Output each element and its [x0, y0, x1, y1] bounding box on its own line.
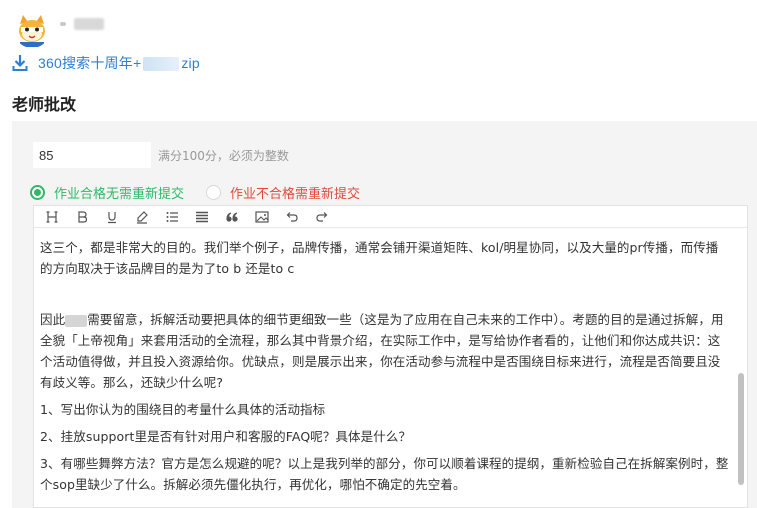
- user-avatar[interactable]: [14, 12, 50, 48]
- redacted-name: [65, 314, 88, 327]
- comment-paragraph: 3、有哪些舞弊方法？官方是怎么规避的呢？以上是我列举的部分，你可以顺着课程的提纲…: [40, 456, 729, 492]
- bullet-list-icon[interactable]: [164, 209, 180, 225]
- section-title: 老师批改: [12, 97, 77, 114]
- attachment-link[interactable]: 360搜索十周年+ zip: [38, 53, 200, 73]
- radio-checked-icon: [30, 185, 45, 200]
- attachment-row: 360搜索十周年+ zip: [12, 53, 200, 73]
- bold-icon[interactable]: [74, 209, 90, 225]
- heading-icon[interactable]: [44, 209, 60, 225]
- radio-fail[interactable]: 作业不合格需重新提交: [206, 183, 360, 202]
- undo-icon[interactable]: [284, 209, 300, 225]
- grading-panel: 满分100分，必须为整数 作业合格无需重新提交 作业不合格需重新提交: [12, 121, 757, 508]
- editor-scrollbar[interactable]: [738, 373, 744, 485]
- paragraph-prefix: 因此: [40, 312, 66, 327]
- radio-pass-label: 作业合格无需重新提交: [54, 187, 185, 202]
- comment-paragraph: 1、写出你认为的围绕目的考量什么具体的活动指标: [40, 402, 326, 417]
- username-redacted: [60, 16, 106, 32]
- score-input[interactable]: [32, 141, 152, 169]
- radio-unchecked-icon: [206, 185, 221, 200]
- align-icon[interactable]: [194, 209, 210, 225]
- quote-icon[interactable]: [224, 209, 240, 225]
- comment-paragraph: 2、挂放support里是否有针对用户和客服的FAQ呢？具体是什么？: [40, 429, 412, 444]
- image-icon[interactable]: [254, 209, 270, 225]
- editor-content[interactable]: 这三个，都是非常大的目的。我们举个例子，品牌传播，通常会铺开渠道矩阵、kol/明…: [34, 229, 737, 507]
- editor-toolbar: [34, 206, 747, 228]
- highlight-icon[interactable]: [134, 209, 150, 225]
- cartoon-cat-avatar-icon: [14, 12, 50, 48]
- radio-pass[interactable]: 作业合格无需重新提交: [30, 183, 184, 202]
- comment-paragraph: 因此 需要留意，拆解活动要把具体的细节更细致一些（这是为了应用在自己未来的工作中）…: [40, 309, 729, 393]
- underline-icon[interactable]: [104, 209, 120, 225]
- redo-icon[interactable]: [314, 209, 330, 225]
- comment-editor[interactable]: 这三个，都是非常大的目的。我们举个例子，品牌传播，通常会铺开渠道矩阵、kol/明…: [33, 205, 748, 508]
- paragraph-body: 需要留意，拆解活动要把具体的细节更细致一些（这是为了应用在自己未来的工作中）。考…: [40, 312, 724, 390]
- radio-fail-label: 作业不合格需重新提交: [230, 187, 361, 202]
- score-hint: 满分100分，必须为整数: [158, 149, 289, 163]
- download-icon[interactable]: [12, 54, 28, 72]
- comment-paragraph: 这三个，都是非常大的目的。我们举个例子，品牌传播，通常会铺开渠道矩阵、kol/明…: [40, 240, 719, 276]
